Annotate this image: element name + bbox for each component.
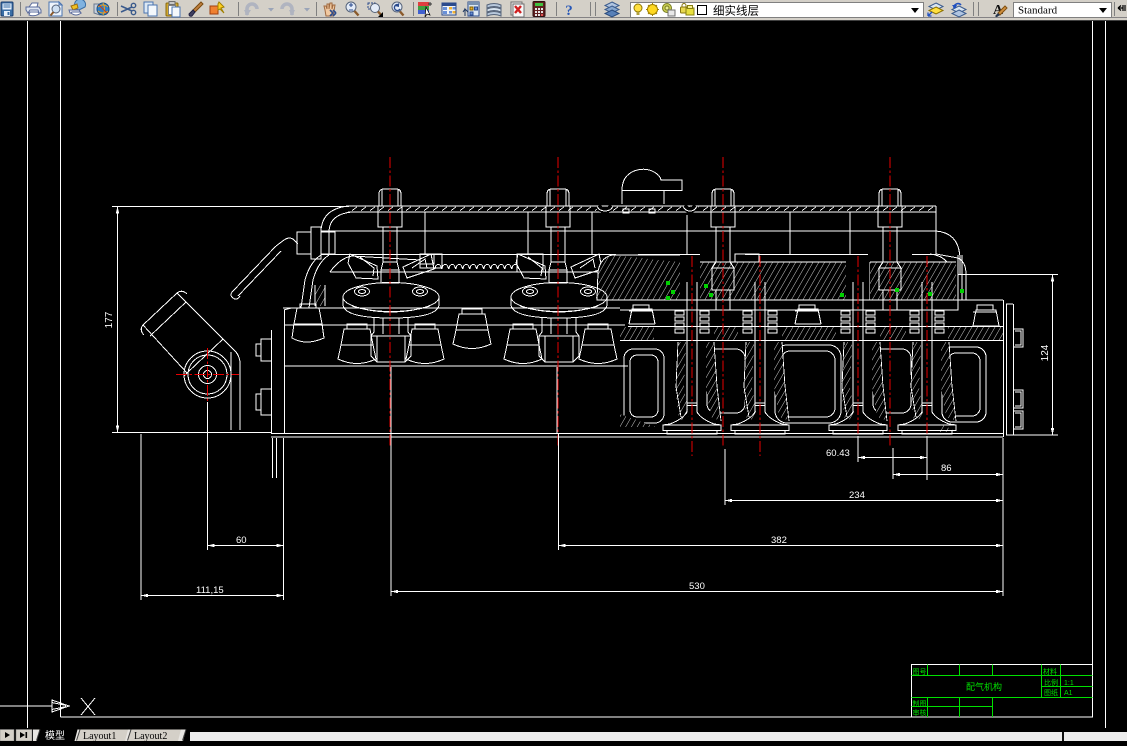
svg-text:177: 177 bbox=[104, 311, 115, 328]
svg-text:?: ? bbox=[565, 3, 573, 19]
svg-text:比例: 比例 bbox=[1044, 678, 1058, 687]
svg-text:60.43: 60.43 bbox=[826, 448, 850, 459]
svg-text:Standard: Standard bbox=[1018, 5, 1058, 17]
svg-text:模型: 模型 bbox=[45, 729, 65, 741]
svg-text:234: 234 bbox=[849, 490, 865, 501]
svg-text:86: 86 bbox=[941, 463, 952, 474]
svg-text:1:1: 1:1 bbox=[1064, 680, 1074, 687]
svg-text:细实线层: 细实线层 bbox=[713, 4, 759, 18]
svg-text:审核: 审核 bbox=[913, 708, 927, 717]
svg-text:382: 382 bbox=[771, 535, 787, 546]
svg-text:111,15: 111,15 bbox=[196, 585, 224, 596]
svg-text:材料: 材料 bbox=[1043, 667, 1057, 676]
svg-text:图纸: 图纸 bbox=[1044, 688, 1058, 697]
svg-text:图号: 图号 bbox=[913, 668, 927, 676]
svg-text:配气机构: 配气机构 bbox=[966, 681, 1002, 692]
svg-text:124: 124 bbox=[1040, 344, 1051, 361]
svg-text:A1: A1 bbox=[1064, 690, 1073, 697]
svg-text:60: 60 bbox=[236, 535, 247, 546]
svg-text:制图: 制图 bbox=[913, 699, 927, 708]
svg-text:530: 530 bbox=[689, 581, 705, 592]
